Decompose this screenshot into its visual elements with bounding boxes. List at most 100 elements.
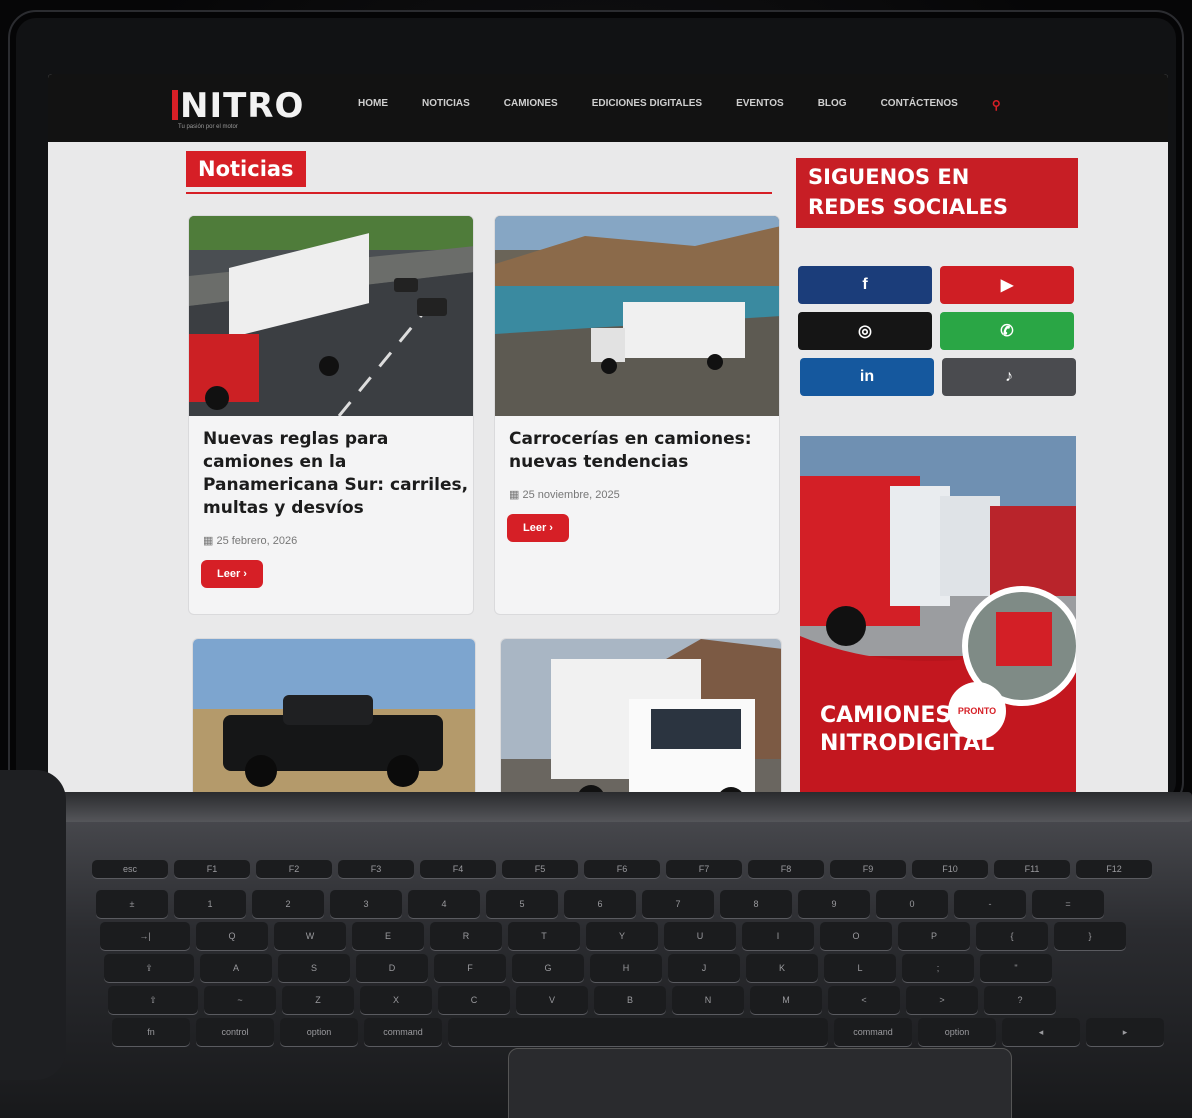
facebook-icon: f (862, 276, 868, 293)
instagram-button[interactable]: ◎ (798, 312, 932, 350)
key-2: 2 (252, 890, 324, 918)
nav-blog[interactable]: BLOG (818, 98, 847, 112)
key-9: 9 (798, 890, 870, 918)
youtube-button[interactable]: ▶ (940, 266, 1074, 304)
key-f3: F3 (338, 860, 414, 878)
website-screen: NITRO Tu pasión por el motor HOME NOTICI… (48, 74, 1168, 802)
key-: ⇪ (104, 954, 194, 982)
key-: ⇧ (108, 986, 198, 1014)
key-y: Y (586, 922, 658, 950)
linkedin-button[interactable]: in (800, 358, 934, 396)
article-image-pickup[interactable] (193, 639, 476, 802)
article-image-truck-lake[interactable] (495, 216, 779, 416)
key-w: W (274, 922, 346, 950)
instagram-icon: ◎ (858, 323, 872, 340)
article-card[interactable] (500, 638, 782, 802)
social-title: SIGUENOS EN REDES SOCIALES (796, 158, 1078, 228)
key-p: P (898, 922, 970, 950)
key-j: J (668, 954, 740, 982)
key-l: L (824, 954, 896, 982)
key-e: E (352, 922, 424, 950)
key-esc: esc (92, 860, 168, 878)
key-: ◂ (1002, 1018, 1080, 1046)
key-f2: F2 (256, 860, 332, 878)
whatsapp-icon: ✆ (1000, 323, 1014, 340)
key-f11: F11 (994, 860, 1070, 878)
calendar-icon: ▦ (203, 535, 217, 547)
key-b: B (594, 986, 666, 1014)
key-command: command (834, 1018, 912, 1046)
logo-tagline: Tu pasión por el motor (178, 124, 238, 130)
search-icon[interactable]: ⚲ (992, 98, 1001, 112)
laptop-photo: NITRO Tu pasión por el motor HOME NOTICI… (0, 0, 1192, 1118)
nav-ediciones-digitales[interactable]: EDICIONES DIGITALES (592, 98, 702, 112)
promo-banner[interactable]: PRONTO CAMIONES NITRODIGITAL (800, 436, 1076, 802)
key-f10: F10 (912, 860, 988, 878)
key-option: option (918, 1018, 996, 1046)
key-7: 7 (642, 890, 714, 918)
calendar-icon: ▦ (509, 489, 523, 501)
key-: < (828, 986, 900, 1014)
article-image-box-truck[interactable] (501, 639, 782, 802)
key-0: 0 (876, 890, 948, 918)
section-title: Noticias (186, 151, 306, 187)
key-f: F (434, 954, 506, 982)
youtube-icon: ▶ (1000, 277, 1014, 294)
keyboard: esc F1 F2 F3 F4 F5 F6 F7 F8 F9 F10 F11 F12 ±1 2 3 4 5 6 7 8 9… (92, 860, 1192, 1050)
key-z: Z (282, 986, 354, 1014)
article-image-truck-highway[interactable] (189, 216, 473, 416)
promo-title: CAMIONES NITRODIGITAL (820, 703, 995, 756)
article-card[interactable]: Nuevas reglas para camiones en la Panameri… (188, 215, 474, 615)
read-button[interactable]: Leer › (507, 514, 569, 542)
key-h: H (590, 954, 662, 982)
article-title[interactable]: Carrocerías en camiones: nuevas tendencia… (509, 428, 752, 474)
key-t: T (508, 922, 580, 950)
key-space (448, 1018, 828, 1046)
nav-contactenos[interactable]: CONTÁCTENOS (881, 98, 958, 112)
article-card[interactable] (192, 638, 476, 802)
key-: →| (100, 922, 190, 950)
facebook-button[interactable]: f (798, 266, 932, 304)
key-r: R (430, 922, 502, 950)
key-f1: F1 (174, 860, 250, 878)
laptop-hinge (52, 792, 1192, 822)
key-f8: F8 (748, 860, 824, 878)
key-k: K (746, 954, 818, 982)
key-f9: F9 (830, 860, 906, 878)
key-3: 3 (330, 890, 402, 918)
site-logo[interactable]: NITRO (172, 86, 304, 126)
nav-eventos[interactable]: EVENTOS (736, 98, 784, 112)
whatsapp-button[interactable]: ✆ (940, 312, 1074, 350)
key-: ± (96, 890, 168, 918)
article-card[interactable]: Carrocerías en camiones: nuevas tendencia… (494, 215, 780, 615)
foreground-shadow (0, 770, 66, 1080)
tiktok-button[interactable]: ♪ (942, 358, 1076, 396)
key-control: control (196, 1018, 274, 1046)
nav-home[interactable]: HOME (358, 98, 388, 112)
section-divider (186, 192, 772, 194)
key-d: D (356, 954, 428, 982)
trackpad (508, 1048, 1012, 1118)
key-f4: F4 (420, 860, 496, 878)
key-: { (976, 922, 1048, 950)
key-6: 6 (564, 890, 636, 918)
read-button[interactable]: Leer › (201, 560, 263, 588)
nav-camiones[interactable]: CAMIONES (504, 98, 558, 112)
key-: " (980, 954, 1052, 982)
tiktok-icon: ♪ (1005, 368, 1013, 385)
key-1: 1 (174, 890, 246, 918)
key-f7: F7 (666, 860, 742, 878)
main-nav: HOME NOTICIAS CAMIONES EDICIONES DIGITAL… (358, 98, 1035, 112)
key-m: M (750, 986, 822, 1014)
key-g: G (512, 954, 584, 982)
key-option: option (280, 1018, 358, 1046)
article-date: ▦ 25 febrero, 2026 (203, 535, 298, 547)
key-: > (906, 986, 978, 1014)
key-i: I (742, 922, 814, 950)
key-: ? (984, 986, 1056, 1014)
article-title[interactable]: Nuevas reglas para camiones en la Panameri… (203, 428, 468, 520)
key-x: X (360, 986, 432, 1014)
key-u: U (664, 922, 736, 950)
key-a: A (200, 954, 272, 982)
nav-noticias[interactable]: NOTICIAS (422, 98, 470, 112)
